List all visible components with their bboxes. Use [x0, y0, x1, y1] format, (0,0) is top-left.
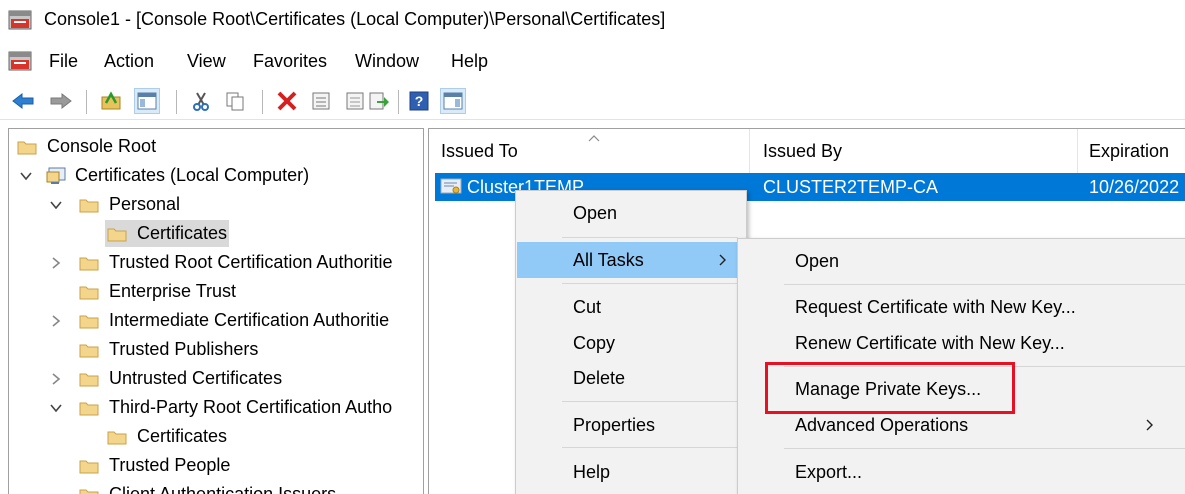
ctx-open[interactable]: Open: [517, 195, 745, 231]
menu-favorites[interactable]: Favorites: [253, 51, 327, 72]
svg-text:?: ?: [415, 93, 424, 109]
copy-icon[interactable]: [222, 88, 248, 114]
chevron-down-icon[interactable]: [49, 198, 63, 212]
toolbar: ?: [0, 84, 1185, 120]
chevron-down-icon[interactable]: [19, 169, 33, 183]
tree-node-label: Personal: [109, 194, 181, 214]
tree-node-label: Certificates (Local Computer): [75, 165, 310, 185]
back-icon[interactable]: [10, 88, 36, 114]
context-menu: Open All Tasks Cut Copy Delete Propertie…: [515, 190, 747, 494]
console-tree[interactable]: Console Root Certificates (Local Compute…: [8, 128, 424, 494]
chevron-down-icon[interactable]: [49, 401, 63, 415]
folder-icon: [79, 487, 99, 494]
sub-export[interactable]: Export...: [739, 454, 1184, 490]
tree-node-label: Untrusted Certificates: [109, 368, 283, 388]
ctx-cut[interactable]: Cut: [517, 289, 745, 325]
tree-node-third-party-root[interactable]: Third-Party Root Certification Autho: [47, 394, 392, 421]
folder-icon: [79, 342, 99, 358]
ctx-copy[interactable]: Copy: [517, 325, 745, 361]
tree-node-label: Client Authentication Issuers: [109, 484, 337, 494]
tree-node-label: Certificates: [137, 426, 228, 446]
tree-node-label: Console Root: [47, 136, 157, 156]
folder-icon: [79, 400, 99, 416]
tree-node-label: Intermediate Certification Authoritie: [109, 310, 390, 330]
delete-icon[interactable]: [274, 88, 300, 114]
chevron-right-icon[interactable]: [49, 256, 63, 270]
tree-node-label: Trusted Root Certification Authoritie: [109, 252, 393, 272]
column-issued-by[interactable]: Issued By: [751, 129, 1077, 173]
tree-node-untrusted[interactable]: Untrusted Certificates: [47, 365, 282, 392]
ctx-all-tasks[interactable]: All Tasks: [517, 242, 745, 278]
folder-icon: [79, 313, 99, 329]
forward-icon[interactable]: [48, 88, 74, 114]
show-hide-tree-icon[interactable]: [134, 88, 160, 114]
title-bar: Console1 - [Console Root\Certificates (L…: [0, 0, 1185, 40]
action-pane-icon[interactable]: [440, 88, 466, 114]
refresh-icon[interactable]: [342, 88, 368, 114]
sub-renew-certificate[interactable]: Renew Certificate with New Key...: [739, 325, 1184, 361]
chevron-right-icon[interactable]: [49, 372, 63, 386]
menu-action[interactable]: Action: [104, 51, 154, 72]
cell-expiration: 10/26/2022: [1089, 176, 1180, 197]
tree-node-label: Enterprise Trust: [109, 281, 237, 301]
highlight-annotation-box: [765, 362, 1015, 414]
tree-node-certificates-local[interactable]: Certificates (Local Computer): [17, 162, 309, 189]
tree-node-label: Third-Party Root Certification Autho: [109, 397, 393, 417]
column-issued-to[interactable]: Issued To: [429, 129, 749, 173]
sub-request-certificate[interactable]: Request Certificate with New Key...: [739, 289, 1184, 325]
folder-icon: [107, 226, 127, 242]
tree-node-trusted-publishers[interactable]: Trusted Publishers: [79, 336, 258, 363]
folder-icon: [17, 139, 37, 155]
help-icon[interactable]: ?: [406, 88, 432, 114]
tree-node-label: Certificates: [137, 223, 228, 243]
tree-node-console-root[interactable]: Console Root: [17, 133, 156, 160]
menu-file[interactable]: File: [49, 51, 78, 72]
folder-icon: [79, 284, 99, 300]
ctx-help[interactable]: Help: [517, 454, 745, 490]
tree-node-trusted-root[interactable]: Trusted Root Certification Authoritie: [47, 249, 392, 276]
certificate-snapin-icon: [46, 167, 66, 184]
menu-window[interactable]: Window: [355, 51, 419, 72]
menu-view[interactable]: View: [187, 51, 226, 72]
folder-icon: [107, 429, 127, 445]
folder-icon: [79, 255, 99, 271]
chevron-right-icon: [719, 254, 726, 266]
chevron-right-icon: [1146, 419, 1153, 431]
tree-node-third-party-certificates[interactable]: Certificates: [107, 423, 227, 450]
folder-icon: [79, 371, 99, 387]
certificate-icon: [440, 178, 462, 194]
cut-icon[interactable]: [188, 88, 214, 114]
folder-icon: [79, 197, 99, 213]
tree-node-client-auth-issuers[interactable]: Client Authentication Issuers: [79, 481, 336, 494]
sub-open[interactable]: Open: [739, 243, 1184, 279]
menu-bar: File Action View Favorites Window Help: [0, 45, 1185, 79]
menu-help[interactable]: Help: [451, 51, 488, 72]
up-folder-icon[interactable]: [98, 88, 124, 114]
tree-node-personal-certificates[interactable]: Certificates: [105, 220, 230, 247]
folder-icon: [79, 458, 99, 474]
window-title: Console1 - [Console Root\Certificates (L…: [44, 9, 666, 29]
tree-node-enterprise-trust[interactable]: Enterprise Trust: [79, 278, 236, 305]
properties-icon[interactable]: [308, 88, 334, 114]
tree-node-personal[interactable]: Personal: [47, 191, 180, 218]
tree-node-label: Trusted Publishers: [109, 339, 259, 359]
tree-node-intermediate[interactable]: Intermediate Certification Authoritie: [47, 307, 389, 334]
ctx-properties[interactable]: Properties: [517, 407, 745, 443]
tree-node-trusted-people[interactable]: Trusted People: [79, 452, 230, 479]
cell-issued-by: CLUSTER2TEMP-CA: [763, 176, 939, 197]
tree-node-label: Trusted People: [109, 455, 231, 475]
mmc-app-icon: [8, 10, 32, 30]
export-list-icon[interactable]: [366, 88, 392, 114]
column-expiration[interactable]: Expiration: [1077, 129, 1185, 173]
system-menu-icon[interactable]: [8, 51, 32, 71]
ctx-delete[interactable]: Delete: [517, 360, 745, 396]
chevron-right-icon[interactable]: [49, 314, 63, 328]
